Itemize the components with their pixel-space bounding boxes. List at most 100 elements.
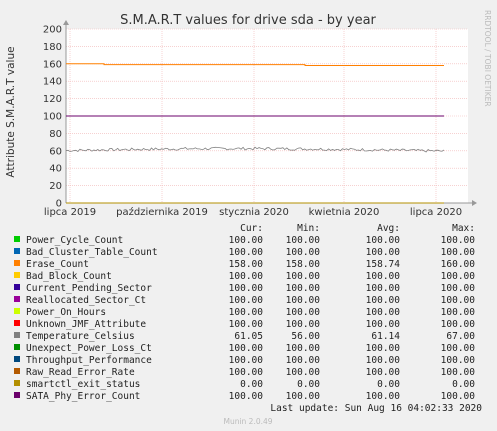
legend-value: 100.00	[229, 235, 264, 246]
legend-value: 160.00	[441, 259, 476, 270]
legend-series-name: Power_On_Hours	[26, 307, 106, 318]
legend-swatch	[14, 260, 20, 266]
legend-value: 100.00	[229, 355, 264, 366]
y-axis-arrow	[63, 20, 69, 25]
legend-series-name: Erase_Count	[26, 259, 89, 270]
legend-value: 0.00	[452, 379, 475, 390]
munin-footer: Munin 2.0.49	[223, 417, 272, 426]
legend-value: 100.00	[441, 367, 476, 378]
legend-swatch	[14, 380, 20, 386]
legend-column-header: Cur:	[240, 223, 263, 234]
legend-series-name: Raw_Read_Error_Rate	[26, 367, 135, 378]
legend-value: 61.14	[371, 331, 400, 342]
x-tick-label: lipca 2019	[44, 207, 96, 218]
y-tick-label: 40	[49, 164, 62, 175]
legend-swatch	[14, 368, 20, 374]
x-axis-arrow	[472, 200, 477, 206]
legend-series-name: Bad_Block_Count	[26, 271, 112, 282]
y-tick-label: 200	[43, 25, 62, 36]
legend-column-header: Min:	[297, 223, 320, 234]
legend-swatch	[14, 356, 20, 362]
x-tick-label: kwietnia 2020	[309, 207, 380, 218]
legend-swatch	[14, 320, 20, 326]
legend-swatch	[14, 296, 20, 302]
legend-value: 100.00	[441, 343, 476, 354]
legend-value: 100.00	[229, 295, 264, 306]
last-update: Last update: Sun Aug 16 04:02:33 2020	[270, 403, 482, 414]
legend-series-name: smartctl_exit_status	[26, 379, 140, 390]
y-tick-label: 80	[49, 129, 62, 140]
y-axis-label: Attribute S.M.A.R.T value	[5, 46, 17, 177]
legend-value: 100.00	[286, 235, 321, 246]
legend-value: 100.00	[229, 307, 264, 318]
legend-value: 100.00	[366, 343, 401, 354]
legend-value: 100.00	[286, 367, 321, 378]
x-tick-label: października 2019	[116, 206, 208, 218]
legend-value: 0.00	[240, 379, 263, 390]
x-tick-label: stycznia 2020	[219, 207, 289, 218]
legend-value: 158.00	[229, 259, 264, 270]
legend-series-name: Unknown_JMF_Attribute	[26, 319, 146, 330]
y-tick-label: 140	[43, 77, 62, 88]
legend-value: 100.00	[441, 391, 476, 402]
legend-value: 100.00	[229, 271, 264, 282]
legend-value: 158.74	[366, 259, 401, 270]
legend-swatch	[14, 308, 20, 314]
legend-value: 100.00	[366, 247, 401, 258]
legend-value: 56.00	[291, 331, 320, 342]
legend-series-name: Current_Pending_Sector	[26, 283, 152, 294]
legend-value: 100.00	[286, 307, 321, 318]
legend-value: 100.00	[366, 307, 401, 318]
side-label: RRDTOOL / TOBI OETIKER	[483, 10, 492, 107]
y-tick-label: 180	[43, 42, 62, 53]
legend-series-name: Unexpect_Power_Loss_Ct	[26, 343, 152, 354]
legend-value: 100.00	[441, 295, 476, 306]
legend-series-name: Bad_Cluster_Table_Count	[26, 247, 158, 258]
legend-value: 61.05	[234, 331, 263, 342]
legend-value: 100.00	[229, 247, 264, 258]
legend-value: 100.00	[366, 271, 401, 282]
legend-value: 100.00	[366, 391, 401, 402]
legend-value: 0.00	[297, 379, 320, 390]
legend-value: 100.00	[229, 343, 264, 354]
smart-chart: S.M.A.R.T values for drive sda - by year…	[5, 10, 492, 426]
legend-swatch	[14, 284, 20, 290]
y-tick-label: 60	[49, 146, 62, 157]
legend-value: 67.00	[446, 331, 475, 342]
legend-value: 100.00	[286, 343, 321, 354]
legend-series-name: Throughput_Performance	[26, 355, 152, 366]
y-tick-label: 120	[43, 94, 62, 105]
legend-value: 158.00	[286, 259, 321, 270]
legend-value: 100.00	[366, 235, 401, 246]
y-tick-label: 20	[49, 181, 62, 192]
legend-series-name: SATA_Phy_Error_Count	[26, 391, 140, 402]
legend-value: 100.00	[286, 247, 321, 258]
legend-value: 100.00	[441, 283, 476, 294]
legend-value: 100.00	[441, 235, 476, 246]
legend-swatch	[14, 248, 20, 254]
legend-value: 100.00	[286, 283, 321, 294]
legend-value: 100.00	[366, 283, 401, 294]
legend-value: 100.00	[229, 367, 264, 378]
legend-value: 100.00	[286, 295, 321, 306]
y-tick-label: 160	[43, 59, 62, 70]
legend-value: 100.00	[229, 283, 264, 294]
legend-value: 100.00	[286, 271, 321, 282]
y-tick-label: 100	[43, 112, 62, 123]
legend-value: 100.00	[441, 319, 476, 330]
chart-title: S.M.A.R.T values for drive sda - by year	[120, 13, 376, 28]
legend-value: 100.00	[366, 355, 401, 366]
legend-value: 100.00	[229, 391, 264, 402]
x-tick-label: lipca 2020	[410, 207, 462, 218]
legend-value: 100.00	[441, 247, 476, 258]
legend-value: 100.00	[286, 319, 321, 330]
legend-swatch	[14, 332, 20, 338]
legend-value: 100.00	[441, 307, 476, 318]
legend-swatch	[14, 236, 20, 242]
legend-column-header: Max:	[452, 223, 475, 234]
legend-value: 100.00	[366, 367, 401, 378]
legend-value: 100.00	[229, 319, 264, 330]
legend-value: 100.00	[441, 271, 476, 282]
legend-value: 100.00	[366, 295, 401, 306]
legend-value: 100.00	[441, 355, 476, 366]
